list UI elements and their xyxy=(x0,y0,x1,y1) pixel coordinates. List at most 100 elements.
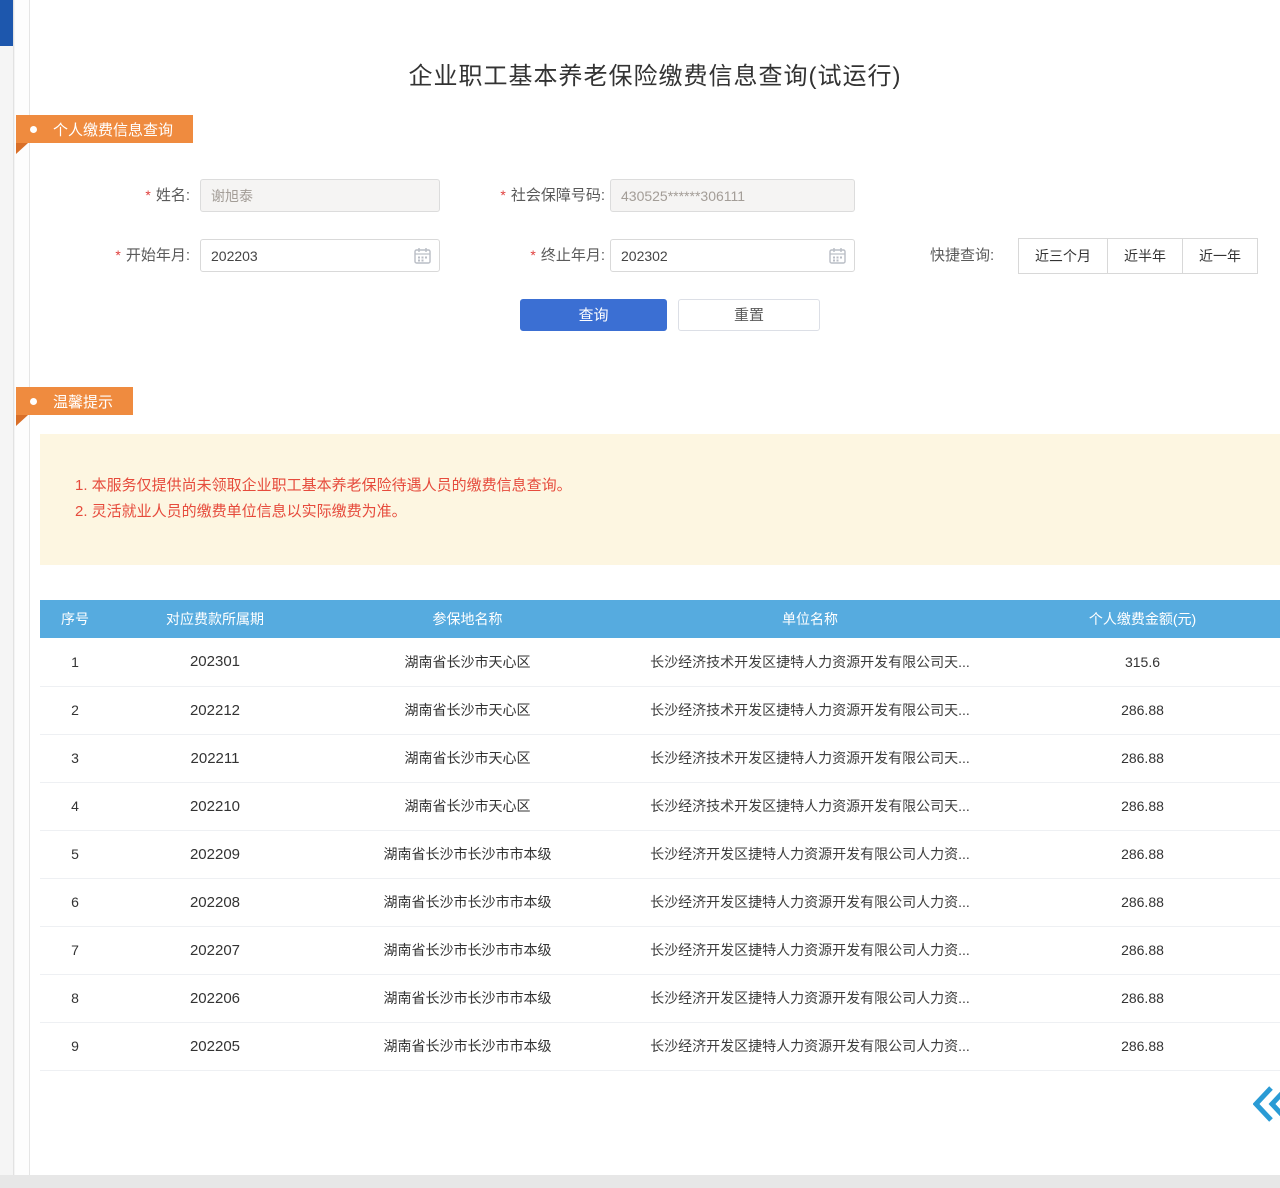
table-cell: 286.88 xyxy=(1005,734,1280,782)
table-cell: 长沙经济技术开发区捷特人力资源开发有限公司天... xyxy=(615,782,1005,830)
table-cell: 湖南省长沙市长沙市市本级 xyxy=(320,878,615,926)
app-window: 企业职工基本养老保险缴费信息查询(试运行) 个人缴费信息查询 *姓名: *社会保… xyxy=(0,0,1280,1188)
end-date-wrap xyxy=(610,239,855,272)
table-cell: 长沙经济开发区捷特人力资源开发有限公司人力资... xyxy=(615,1022,1005,1070)
results-table: 序号 对应费款所属期 参保地名称 单位名称 个人缴费金额(元) 1202301湖… xyxy=(40,600,1280,1071)
tips-notice-box: 1. 本服务仅提供尚未领取企业职工基本养老保险待遇人员的缴费信息查询。 2. 灵… xyxy=(40,434,1280,565)
table-cell: 7 xyxy=(40,926,110,974)
header-insured-place: 参保地名称 xyxy=(320,600,615,638)
calendar-icon[interactable] xyxy=(414,247,431,264)
table-cell: 湖南省长沙市长沙市市本级 xyxy=(320,974,615,1022)
quick-btn-one-year[interactable]: 近一年 xyxy=(1182,238,1258,274)
table-cell: 202212 xyxy=(110,686,320,734)
table-cell: 202209 xyxy=(110,830,320,878)
name-label: *姓名: xyxy=(60,179,190,212)
table-cell: 湖南省长沙市长沙市市本级 xyxy=(320,1022,615,1070)
table-cell: 1 xyxy=(40,638,110,686)
left-rail xyxy=(0,0,14,1175)
table-cell: 4 xyxy=(40,782,110,830)
calendar-icon[interactable] xyxy=(829,247,846,264)
table-cell: 202207 xyxy=(110,926,320,974)
table-cell: 286.88 xyxy=(1005,926,1280,974)
quick-btn-half-year[interactable]: 近半年 xyxy=(1107,238,1183,274)
table-cell: 286.88 xyxy=(1005,686,1280,734)
table-cell: 202208 xyxy=(110,878,320,926)
table-cell: 202206 xyxy=(110,974,320,1022)
table-cell: 5 xyxy=(40,830,110,878)
table-cell: 286.88 xyxy=(1005,878,1280,926)
ssn-field xyxy=(610,179,855,212)
table-row: 2202212湖南省长沙市天心区长沙经济技术开发区捷特人力资源开发有限公司天..… xyxy=(40,686,1280,734)
table-cell: 6 xyxy=(40,878,110,926)
tips-line: 2. 灵活就业人员的缴费单位信息以实际缴费为准。 xyxy=(75,499,1260,525)
table-cell: 202301 xyxy=(110,638,320,686)
section-badge-label: 个人缴费信息查询 xyxy=(53,119,173,140)
bullet-dot-icon xyxy=(30,126,37,133)
table-cell: 286.88 xyxy=(1005,830,1280,878)
table-row: 4202210湖南省长沙市天心区长沙经济技术开发区捷特人力资源开发有限公司天..… xyxy=(40,782,1280,830)
header-amount: 个人缴费金额(元) xyxy=(1005,600,1280,638)
table-cell: 湖南省长沙市长沙市市本级 xyxy=(320,926,615,974)
table-cell: 长沙经济开发区捷特人力资源开发有限公司人力资... xyxy=(615,830,1005,878)
table-cell: 长沙经济开发区捷特人力资源开发有限公司人力资... xyxy=(615,878,1005,926)
tips-line: 1. 本服务仅提供尚未领取企业职工基本养老保险待遇人员的缴费信息查询。 xyxy=(75,473,1260,499)
table-cell: 286.88 xyxy=(1005,974,1280,1022)
required-mark: * xyxy=(115,247,120,263)
double-chevron-left-icon[interactable] xyxy=(1253,1083,1280,1125)
end-date-field[interactable] xyxy=(610,239,855,272)
table-cell: 长沙经济技术开发区捷特人力资源开发有限公司天... xyxy=(615,734,1005,782)
table-cell: 202211 xyxy=(110,734,320,782)
table-row: 7202207湖南省长沙市长沙市市本级长沙经济开发区捷特人力资源开发有限公司人力… xyxy=(40,926,1280,974)
table-body: 1202301湖南省长沙市天心区长沙经济技术开发区捷特人力资源开发有限公司天..… xyxy=(40,638,1280,1070)
table-row: 6202208湖南省长沙市长沙市市本级长沙经济开发区捷特人力资源开发有限公司人力… xyxy=(40,878,1280,926)
table-cell: 湖南省长沙市天心区 xyxy=(320,686,615,734)
table-cell: 2 xyxy=(40,686,110,734)
table-row: 9202205湖南省长沙市长沙市市本级长沙经济开发区捷特人力资源开发有限公司人力… xyxy=(40,1022,1280,1070)
section-badge-tips: 温馨提示 xyxy=(16,387,133,415)
name-field xyxy=(200,179,440,212)
table-cell: 湖南省长沙市天心区 xyxy=(320,782,615,830)
table-row: 3202211湖南省长沙市天心区长沙经济技术开发区捷特人力资源开发有限公司天..… xyxy=(40,734,1280,782)
required-mark: * xyxy=(530,247,535,263)
table-cell: 8 xyxy=(40,974,110,1022)
left-backstrip xyxy=(15,0,30,1175)
table-cell: 长沙经济开发区捷特人力资源开发有限公司人力资... xyxy=(615,926,1005,974)
table-cell: 长沙经济技术开发区捷特人力资源开发有限公司天... xyxy=(615,638,1005,686)
bottom-band xyxy=(0,1175,1280,1188)
table-cell: 湖南省长沙市长沙市市本级 xyxy=(320,830,615,878)
table-cell: 湖南省长沙市天心区 xyxy=(320,734,615,782)
quick-btn-3months[interactable]: 近三个月 xyxy=(1018,238,1108,274)
start-date-wrap xyxy=(200,239,440,272)
quick-query-label: 快捷查询: xyxy=(930,239,994,272)
reset-button[interactable]: 重置 xyxy=(678,299,820,331)
header-period: 对应费款所属期 xyxy=(110,600,320,638)
header-seq: 序号 xyxy=(40,600,110,638)
table-cell: 315.6 xyxy=(1005,638,1280,686)
required-mark: * xyxy=(500,187,505,203)
ssn-label: *社会保障号码: xyxy=(440,179,605,212)
table-header-row: 序号 对应费款所属期 参保地名称 单位名称 个人缴费金额(元) xyxy=(40,600,1280,638)
start-date-field[interactable] xyxy=(200,239,440,272)
table-cell: 长沙经济技术开发区捷特人力资源开发有限公司天... xyxy=(615,686,1005,734)
table-cell: 286.88 xyxy=(1005,1022,1280,1070)
sidebar-corner-block xyxy=(0,0,13,46)
table-row: 1202301湖南省长沙市天心区长沙经济技术开发区捷特人力资源开发有限公司天..… xyxy=(40,638,1280,686)
header-employer: 单位名称 xyxy=(615,600,1005,638)
table-cell: 3 xyxy=(40,734,110,782)
table-cell: 286.88 xyxy=(1005,782,1280,830)
query-button[interactable]: 查询 xyxy=(520,299,667,331)
required-mark: * xyxy=(145,187,150,203)
quick-query-group: 近三个月 近半年 近一年 xyxy=(1018,238,1258,274)
table-row: 8202206湖南省长沙市长沙市市本级长沙经济开发区捷特人力资源开发有限公司人力… xyxy=(40,974,1280,1022)
table-row: 5202209湖南省长沙市长沙市市本级长沙经济开发区捷特人力资源开发有限公司人力… xyxy=(40,830,1280,878)
bullet-dot-icon xyxy=(30,398,37,405)
section-badge-label: 温馨提示 xyxy=(53,391,113,412)
end-date-label: *终止年月: xyxy=(440,239,605,272)
table-cell: 202205 xyxy=(110,1022,320,1070)
table-cell: 202210 xyxy=(110,782,320,830)
start-date-label: *开始年月: xyxy=(60,239,190,272)
table-cell: 长沙经济开发区捷特人力资源开发有限公司人力资... xyxy=(615,974,1005,1022)
page-title: 企业职工基本养老保险缴费信息查询(试运行) xyxy=(30,56,1280,91)
section-badge-query: 个人缴费信息查询 xyxy=(16,115,193,143)
table-cell: 9 xyxy=(40,1022,110,1070)
